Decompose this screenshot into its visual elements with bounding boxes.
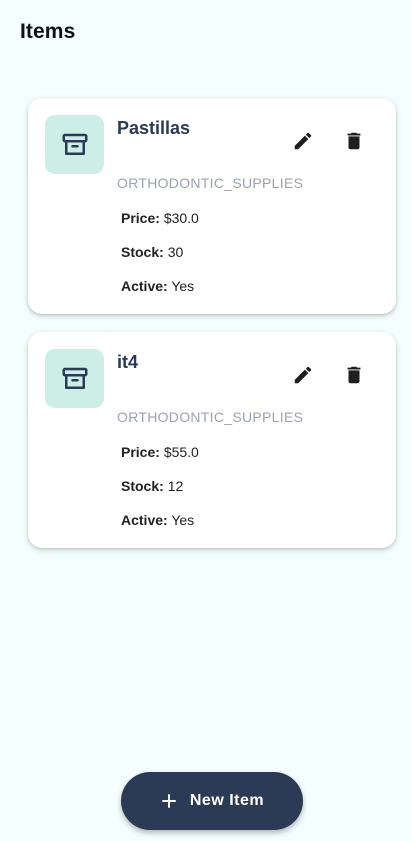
archive-box-icon — [62, 367, 87, 389]
active-value: Yes — [171, 512, 195, 528]
new-item-label: New Item — [189, 792, 265, 809]
item-thumbnail — [45, 349, 104, 408]
pencil-icon — [294, 132, 312, 150]
item-thumbnail — [45, 115, 104, 174]
delete-button[interactable] — [339, 126, 369, 156]
stock-label: Stock: — [121, 478, 164, 494]
stock-value: 30 — [167, 244, 184, 260]
delete-button[interactable] — [339, 360, 369, 390]
active-field: Active: Yes — [121, 278, 194, 294]
edit-button[interactable] — [288, 360, 318, 390]
item-card[interactable]: it4 ORTHODONTIC_SUPPLIES Price: $55.0 St… — [28, 332, 396, 548]
active-label: Active: — [121, 278, 168, 294]
active-field: Active: Yes — [121, 512, 194, 528]
trash-icon — [347, 132, 361, 150]
stock-value: 12 — [167, 478, 184, 494]
stock-label: Stock: — [121, 244, 164, 260]
archive-box-icon — [62, 133, 87, 155]
item-category: ORTHODONTIC_SUPPLIES — [117, 175, 304, 191]
plus-icon — [161, 794, 176, 808]
item-card[interactable]: Pastillas ORTHODONTIC_SUPPLIES Price: $3… — [28, 98, 396, 314]
price-label: Price: — [121, 210, 160, 226]
stock-field: Stock: 30 — [121, 244, 183, 260]
stock-field: Stock: 12 — [121, 478, 183, 494]
price-field: Price: $55.0 — [121, 444, 199, 460]
price-value: $55.0 — [163, 444, 199, 460]
edit-button[interactable] — [288, 126, 318, 156]
item-name: it4 — [117, 352, 139, 372]
page-title: Items — [20, 20, 76, 43]
pencil-icon — [294, 366, 312, 384]
price-value: $30.0 — [163, 210, 199, 226]
price-field: Price: $30.0 — [121, 210, 199, 226]
item-name: Pastillas — [117, 118, 191, 138]
active-value: Yes — [171, 278, 195, 294]
trash-icon — [347, 366, 361, 384]
active-label: Active: — [121, 512, 168, 528]
price-label: Price: — [121, 444, 160, 460]
item-category: ORTHODONTIC_SUPPLIES — [117, 409, 304, 425]
new-item-button[interactable]: New Item — [121, 772, 303, 830]
